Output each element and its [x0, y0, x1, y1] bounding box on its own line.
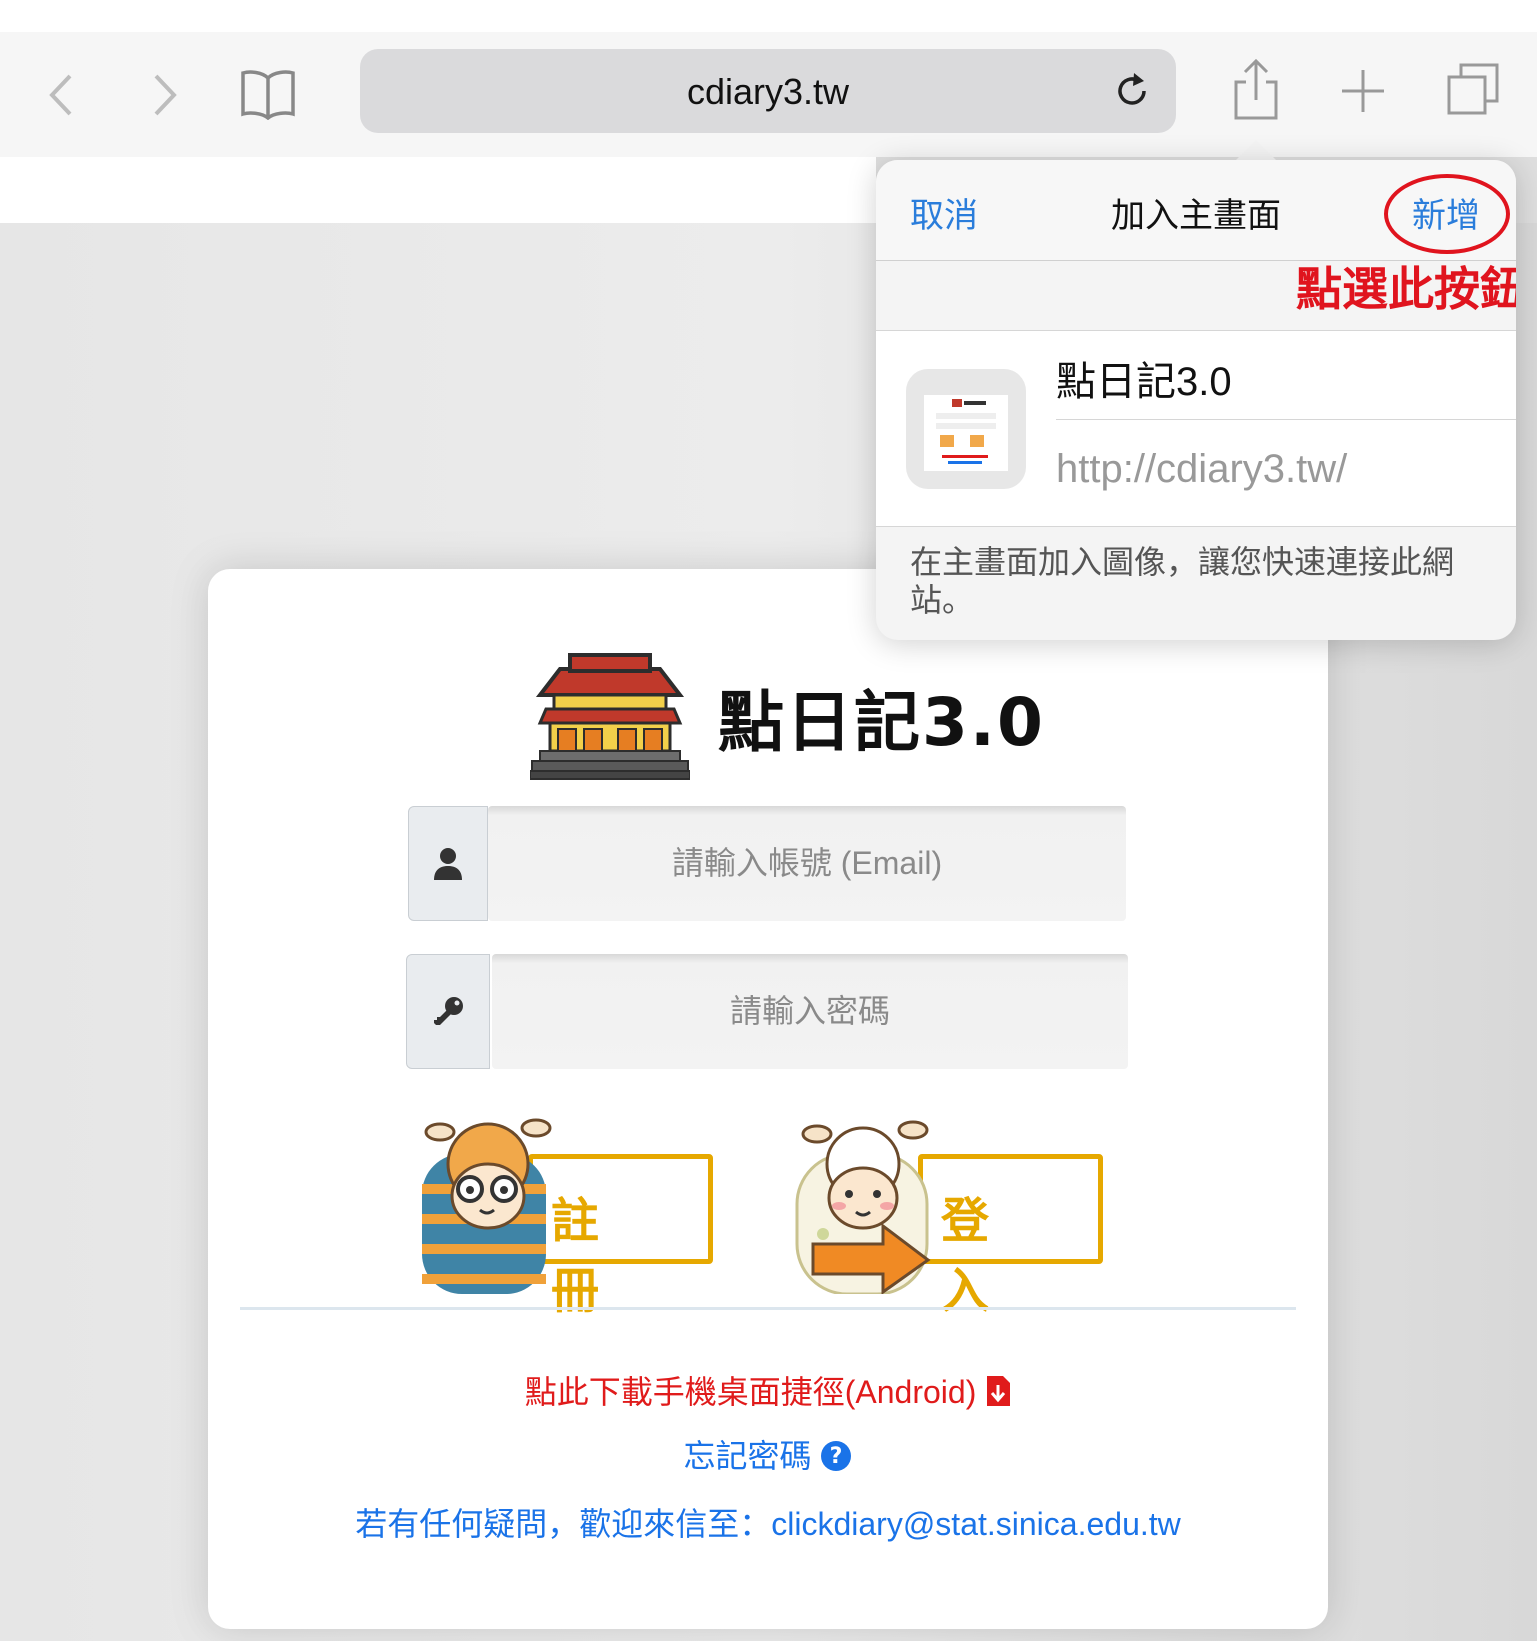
app-name-field[interactable]: 點日記3.0 — [1056, 349, 1232, 407]
forgot-password-link[interactable]: 忘記密碼 ? — [208, 1431, 1328, 1477]
share-icon[interactable] — [1232, 58, 1280, 122]
login-button[interactable]: 登入 — [793, 1114, 1113, 1319]
forgot-password-text: 忘記密碼 — [683, 1438, 812, 1474]
thumbnail-preview — [924, 395, 1008, 471]
popover-description: 在主畫面加入圖像，讓您快速連接此網站。 — [910, 543, 1455, 619]
pdf-download-icon — [987, 1376, 1011, 1406]
info-separator — [1056, 419, 1516, 420]
popover-header: 取消 加入主畫面 新增 — [876, 160, 1516, 261]
register-button[interactable]: 註冊 — [418, 1114, 728, 1319]
login-card: 點日記3.0 請輸入帳號 (Email) 請輸入密碼 註冊 登入 點此下載手機桌… — [208, 569, 1328, 1629]
tabs-icon[interactable] — [1446, 62, 1500, 116]
site-title: 點日記3.0 — [718, 684, 1045, 761]
add-to-home-popover: 取消 加入主畫面 新增 點選此按鈕 點日記3.0 http://cdiary3.… — [876, 160, 1516, 640]
temple-logo-icon — [530, 653, 690, 780]
address-bar[interactable]: cdiary3.tw — [360, 49, 1176, 133]
divider — [240, 1307, 1296, 1310]
highlight-ellipse — [1384, 174, 1510, 254]
reload-icon[interactable] — [1112, 71, 1152, 111]
email-field-group: 請輸入帳號 (Email) — [408, 806, 1126, 921]
user-icon — [434, 848, 462, 880]
new-tab-icon[interactable] — [1340, 68, 1386, 114]
url-text: cdiary3.tw — [686, 71, 850, 112]
annotation-text: 點選此按鈕 — [1296, 262, 1516, 316]
download-link[interactable]: 點此下載手機桌面捷徑(Android) — [208, 1367, 1328, 1413]
login-label: 登入 — [941, 1193, 1030, 1319]
contact-text: 若有任何疑問，歡迎來信至：clickdiary@stat.sinica.edu.… — [355, 1506, 1181, 1542]
popover-arrow — [1234, 140, 1278, 162]
popover-info: 點日記3.0 http://cdiary3.tw/ — [876, 330, 1516, 527]
svg-text:?: ? — [830, 1444, 843, 1469]
page-header-strip — [0, 157, 876, 223]
contact-line[interactable]: 若有任何疑問，歡迎來信至：clickdiary@stat.sinica.edu.… — [208, 1499, 1328, 1545]
password-input[interactable]: 請輸入密碼 — [492, 954, 1128, 1069]
sheep-scarf-icon — [422, 1118, 552, 1294]
forward-icon[interactable] — [150, 70, 180, 120]
question-circle-icon: ? — [821, 1441, 852, 1471]
password-addon — [406, 954, 490, 1069]
app-url: http://cdiary3.tw/ — [1056, 447, 1348, 491]
login-button-frame: 登入 — [918, 1154, 1103, 1319]
download-link-text: 點此下載手機桌面捷徑(Android) — [524, 1374, 977, 1410]
status-strip — [0, 0, 1537, 32]
email-addon — [408, 806, 488, 921]
email-input[interactable]: 請輸入帳號 (Email) — [488, 806, 1126, 921]
back-icon[interactable] — [46, 70, 76, 120]
site-thumbnail — [906, 369, 1026, 489]
password-field-group: 請輸入密碼 — [406, 954, 1128, 1069]
key-icon — [434, 997, 463, 1025]
register-label: 註冊 — [551, 1193, 640, 1319]
bookmarks-icon[interactable] — [240, 68, 296, 120]
sheep-arrow-icon — [795, 1120, 931, 1294]
